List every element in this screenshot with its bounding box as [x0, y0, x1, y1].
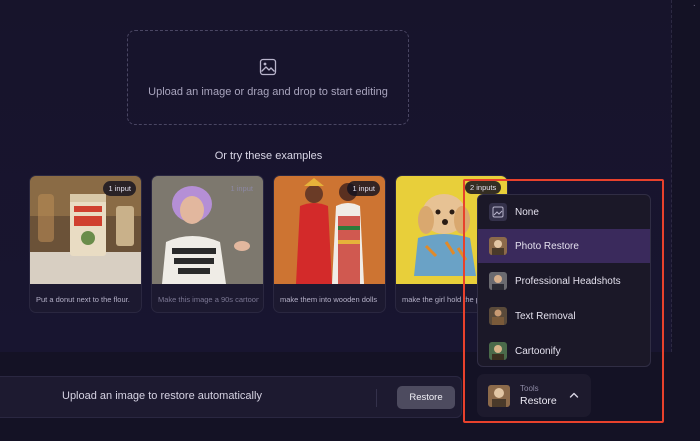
input-count-badge: 1 input — [103, 181, 136, 196]
input-count-badge: 1 input — [230, 184, 253, 193]
image-icon — [259, 58, 277, 75]
upload-dropzone[interactable]: Upload an image or drag and drop to star… — [127, 30, 409, 125]
divider — [376, 389, 377, 407]
highlight-frame — [463, 179, 664, 423]
examples-title: Or try these examples — [214, 150, 323, 162]
example-caption: Put a donut next to the flour. — [36, 295, 130, 304]
example-card-flour[interactable]: 1 input Put a donut next to the flour. — [29, 175, 142, 313]
upload-prompt: Upload an image or drag and drop to star… — [148, 85, 388, 98]
corner-mark: · — [692, 0, 696, 11]
input-count-badge: 2 inputs — [465, 181, 502, 194]
example-caption: make them into wooden dolls — [280, 295, 378, 304]
restore-action-bar: Upload an image to restore automatically… — [0, 376, 462, 418]
input-count-badge: 1 input — [347, 181, 380, 196]
example-card-cartoon[interactable]: 1 input Make this image a 90s cartoon — [151, 175, 264, 313]
restore-hint: Upload an image to restore automatically — [62, 390, 262, 402]
example-card-dolls[interactable]: 1 input make them into wooden dolls — [273, 175, 386, 313]
restore-button[interactable]: Restore — [397, 386, 455, 409]
example-caption: Make this image a 90s cartoon — [158, 295, 259, 304]
